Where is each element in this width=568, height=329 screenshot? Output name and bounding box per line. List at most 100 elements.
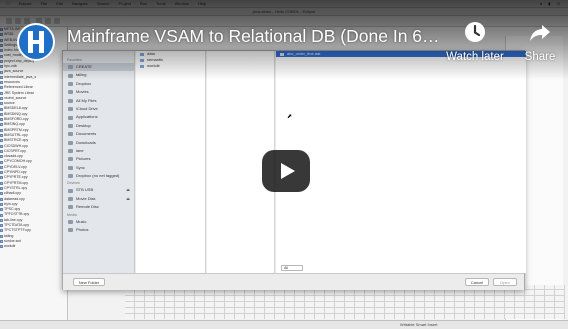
channel-avatar[interactable] bbox=[17, 23, 55, 61]
file-icon bbox=[0, 187, 3, 191]
media-list: Music Photos bbox=[63, 218, 134, 235]
open-button[interactable]: Open bbox=[493, 278, 517, 286]
file-icon bbox=[0, 91, 3, 95]
devices-list: STB USB ⏏ Movie Disk ⏏ Remote Disc bbox=[63, 186, 134, 211]
file-icon bbox=[0, 213, 3, 217]
file-icon bbox=[0, 192, 3, 196]
folder-icon bbox=[68, 149, 73, 154]
eject-icon[interactable]: ⏏ bbox=[126, 195, 130, 203]
browser-column-3[interactable]: abc_order_fine.dat bbox=[276, 51, 526, 273]
folder-icon bbox=[68, 132, 73, 137]
folder-icon bbox=[68, 157, 73, 162]
sidebar-favorite-item[interactable]: Downloads bbox=[63, 139, 134, 147]
eject-icon[interactable]: ⏏ bbox=[126, 186, 130, 194]
file-icon bbox=[0, 240, 3, 244]
status-bar: Writable Smart Insert bbox=[0, 320, 568, 329]
sidebar-favorite-item-label: Dropbox bbox=[76, 80, 92, 86]
video-player[interactable]:  Eclipse File Edit Navigate Search Proj… bbox=[0, 0, 568, 329]
sidebar-favorite-item[interactable]: Movies bbox=[63, 88, 134, 96]
sidebar-favorite-item[interactable]: iCloud Drive bbox=[63, 105, 134, 113]
disk-icon bbox=[68, 197, 73, 202]
dialog-sidebar: Favorites CREATEtailingDropboxMoviesAll … bbox=[63, 51, 135, 273]
mouse-cursor-icon: ⬈ bbox=[287, 114, 293, 120]
sidebar-device-item[interactable]: Remote Disc bbox=[63, 203, 134, 211]
video-title[interactable]: Mainframe VSAM to Relational DB (Done In… bbox=[67, 26, 437, 47]
watch-later-button[interactable]: Watch later bbox=[445, 20, 505, 63]
clock-icon bbox=[465, 22, 485, 42]
sidebar-favorite-item-label: Movies bbox=[76, 89, 89, 95]
folder-icon bbox=[68, 107, 73, 112]
sidebar-favorite-item-label: Downloads bbox=[76, 139, 96, 145]
sidebar-media-item[interactable]: Music bbox=[63, 218, 134, 226]
folder-icon bbox=[68, 140, 73, 145]
share-label: Share bbox=[524, 51, 556, 63]
sidebar-favorite-item-label: Sync bbox=[76, 164, 85, 170]
file-icon bbox=[0, 208, 3, 212]
format-select[interactable]: All bbox=[281, 265, 303, 271]
sidebar-favorite-item[interactable]: All My Files bbox=[63, 97, 134, 105]
folder-icon bbox=[68, 123, 73, 128]
file-icon bbox=[0, 97, 3, 100]
favorites-list: CREATEtailingDropboxMoviesAll My FilesiC… bbox=[63, 63, 134, 180]
file-icon bbox=[0, 149, 3, 153]
file-icon bbox=[0, 155, 3, 159]
folder-icon bbox=[68, 174, 73, 179]
play-icon bbox=[281, 163, 295, 179]
file-icon bbox=[0, 245, 3, 249]
channel-logo-icon bbox=[28, 31, 44, 53]
sidebar-favorite-item[interactable]: Sync bbox=[63, 164, 134, 172]
file-icon bbox=[0, 197, 3, 201]
sidebar-device-item-label: Remote Disc bbox=[76, 204, 99, 210]
file-icon bbox=[0, 234, 3, 238]
tree-item-label: workdir bbox=[4, 244, 16, 249]
folder-icon bbox=[68, 98, 73, 103]
browser-column-1[interactable]: datasemanticworkdir bbox=[136, 51, 206, 273]
folder-icon bbox=[68, 81, 73, 86]
file-icon bbox=[0, 165, 3, 169]
new-folder-button[interactable]: New Folder bbox=[73, 278, 105, 286]
file-icon bbox=[0, 128, 3, 132]
sidebar-favorite-item[interactable]: Applications bbox=[63, 113, 134, 121]
sidebar-media-item-label: Music bbox=[76, 218, 87, 224]
sidebar-favorite-item-label: Dropbox (no net tagged) bbox=[76, 173, 120, 179]
file-icon bbox=[0, 218, 3, 222]
media-icon bbox=[68, 219, 73, 224]
sidebar-favorite-item[interactable]: Dropbox bbox=[63, 80, 134, 88]
sidebar-device-item-label: Movie Disk bbox=[76, 195, 96, 201]
file-icon bbox=[0, 160, 3, 164]
folder-icon bbox=[68, 165, 73, 170]
sidebar-favorite-item-label: Desktop bbox=[76, 122, 91, 128]
cancel-button[interactable]: Cancel bbox=[465, 278, 489, 286]
sidebar-favorite-item-label: iCloud Drive bbox=[76, 105, 98, 111]
play-button[interactable] bbox=[262, 150, 310, 192]
file-icon bbox=[0, 202, 3, 206]
sidebar-favorite-item[interactable]: Desktop bbox=[63, 122, 134, 130]
console-grid bbox=[125, 285, 565, 319]
file-icon bbox=[0, 176, 3, 180]
sidebar-favorite-item-label: Applications bbox=[76, 114, 98, 120]
sidebar-media-item[interactable]: Photos bbox=[63, 226, 134, 234]
tree-item[interactable]: workdir bbox=[0, 244, 67, 249]
sidebar-favorite-item[interactable]: Dropbox (no net tagged) bbox=[63, 172, 134, 180]
share-button[interactable]: Share bbox=[512, 20, 568, 63]
sidebar-favorite-item[interactable]: Documents bbox=[63, 130, 134, 138]
file-icon bbox=[0, 81, 3, 85]
watch-later-label: Watch later bbox=[446, 51, 504, 63]
file-icon bbox=[0, 123, 3, 127]
sidebar-favorite-item[interactable]: Pictures bbox=[63, 155, 134, 163]
folder-icon bbox=[68, 90, 73, 95]
file-icon bbox=[0, 134, 3, 138]
file-icon bbox=[0, 86, 3, 90]
sidebar-favorite-item[interactable]: iane bbox=[63, 147, 134, 155]
media-icon bbox=[68, 228, 73, 233]
file-icon bbox=[0, 144, 3, 148]
share-icon bbox=[530, 25, 550, 41]
sidebar-device-item[interactable]: STB USB ⏏ bbox=[63, 186, 134, 194]
sidebar-media-item-label: Photos bbox=[76, 227, 89, 233]
sidebar-device-item[interactable]: Movie Disk ⏏ bbox=[63, 195, 134, 203]
file-icon bbox=[0, 224, 3, 228]
sidebar-favorite-item-label: iane bbox=[76, 147, 84, 153]
file-icon bbox=[0, 229, 3, 233]
file-icon bbox=[0, 102, 3, 106]
sidebar-device-item-label: STB USB bbox=[76, 187, 94, 193]
